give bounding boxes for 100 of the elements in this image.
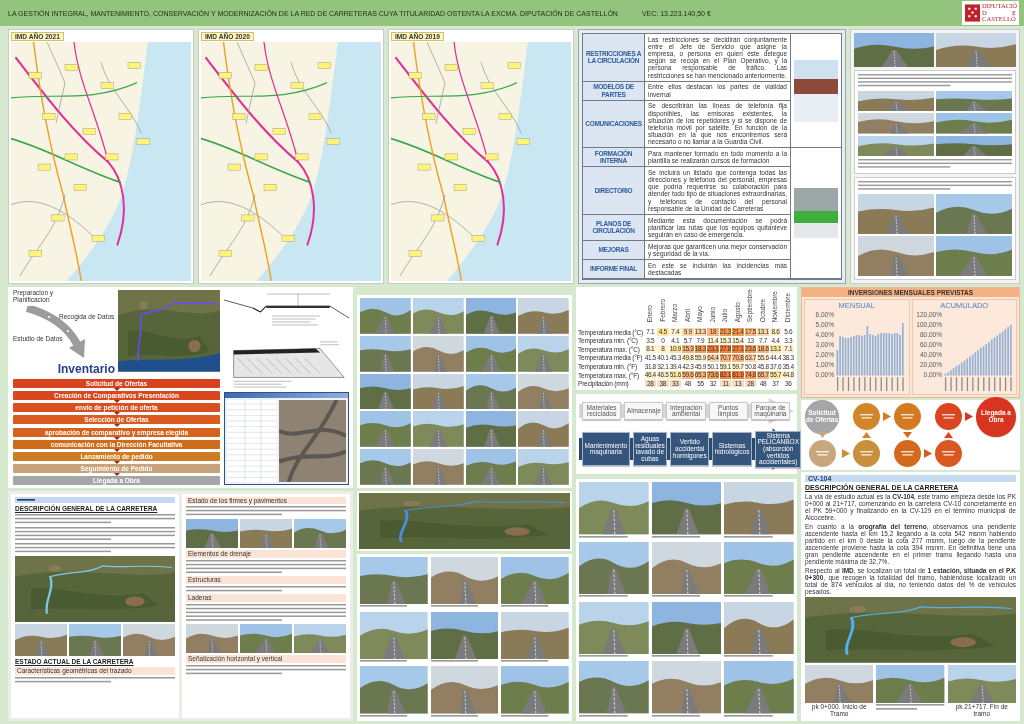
road-photo [518,298,569,334]
road-photo [579,482,649,535]
road-photo [947,665,1016,703]
caption-lines-drawing [724,655,774,659]
road-photo [805,665,874,703]
road-photo [501,557,569,605]
road-photo [430,611,499,660]
caption-lines-drawing [430,660,478,664]
road-photo [360,335,411,372]
road-photo [724,661,794,714]
step-circle-icon [853,403,880,430]
road-photo [501,611,569,660]
caption-lines-drawing [360,660,408,664]
arrow-down-icon [817,432,827,438]
road-photo [651,661,722,714]
road-photo [360,449,411,485]
caption-lines-drawing [360,605,408,609]
road-photo [360,298,411,334]
road-photo [430,666,499,714]
road-photo [186,624,238,654]
road-photo [724,601,794,655]
road-photo [518,373,569,410]
arrow-right-icon [965,412,973,421]
caption-lines-drawing [430,714,478,718]
step-circle-icon [894,440,921,467]
caption-lines-drawing [724,714,774,718]
road-photo [360,666,428,714]
road-photo [360,611,428,660]
road-photo [651,542,722,595]
road-photo [465,449,517,485]
step-circle-icon [894,403,921,430]
road-photo [123,624,175,657]
caption-lines-drawing [501,660,549,664]
shield-emblem-icon [965,4,980,22]
road-photo [501,666,569,714]
road-photo [579,661,649,714]
arrow-down-icon [903,432,912,438]
step-circle-icon [935,440,962,467]
step-circle-icon [853,440,880,467]
label-lines-drawing [17,498,35,502]
arrow-right-icon [842,449,850,458]
arrow-right-icon [883,412,891,421]
caption-lines-drawing [501,714,549,718]
road-photo [579,542,649,595]
road-photo [724,482,794,535]
road-photo [240,624,292,654]
x-axis-labels-drawing [836,377,904,391]
road-photo [360,373,411,410]
arrow-down-icon [113,472,120,476]
road-photo [651,601,722,655]
step-circle-icon [935,403,962,430]
caption-lines-drawing [501,605,549,609]
road-photo [412,373,464,410]
arrow-down-icon [113,424,120,428]
road-photo [186,519,238,549]
road-photo [15,624,67,657]
road-photo [294,519,346,549]
road-photo [465,335,517,372]
road-photo [518,449,569,485]
road-photo [294,624,346,654]
road-photo [651,482,722,535]
caption-lines-drawing [651,595,701,599]
arrow-up-icon [862,432,871,438]
arrow-up-icon [944,432,953,438]
arrow-down-icon [113,400,120,404]
caption-lines-drawing [360,714,408,718]
caption-lines-drawing [579,655,628,659]
road-photo [240,519,292,549]
road-photo [465,411,517,448]
road-photo [412,449,464,485]
road-photo [465,298,517,334]
inventory-title: Inventario [57,362,115,376]
photo-placeholder [794,59,838,122]
road-photo [412,335,464,372]
road-photo [412,298,464,334]
step-circle-icon [808,440,836,467]
caption-lines-drawing [579,535,628,540]
x-axis-labels-drawing [944,377,1012,391]
road-photo [430,557,499,605]
caption-lines-drawing [724,595,774,599]
road-photo [69,624,121,657]
road-photo [465,373,517,410]
road-photo [579,601,649,655]
road-photo [518,335,569,372]
caption-lines-drawing [579,595,628,599]
arrow-down-icon [113,412,120,416]
arrow-right-icon [924,449,932,458]
caption-lines-drawing [651,655,701,659]
arrow-down-icon [113,460,120,464]
caption-lines-drawing [651,714,701,718]
road-photo [724,542,794,595]
caption-lines-drawing [876,704,945,712]
arrow-down-icon [113,388,120,392]
caption-lines-drawing [579,714,628,718]
caption-lines-drawing [430,605,478,609]
road-photo [360,557,428,605]
arrow-down-icon [113,448,120,452]
road-photo [360,411,411,448]
road-photo [412,411,464,448]
road-photo [518,411,569,448]
